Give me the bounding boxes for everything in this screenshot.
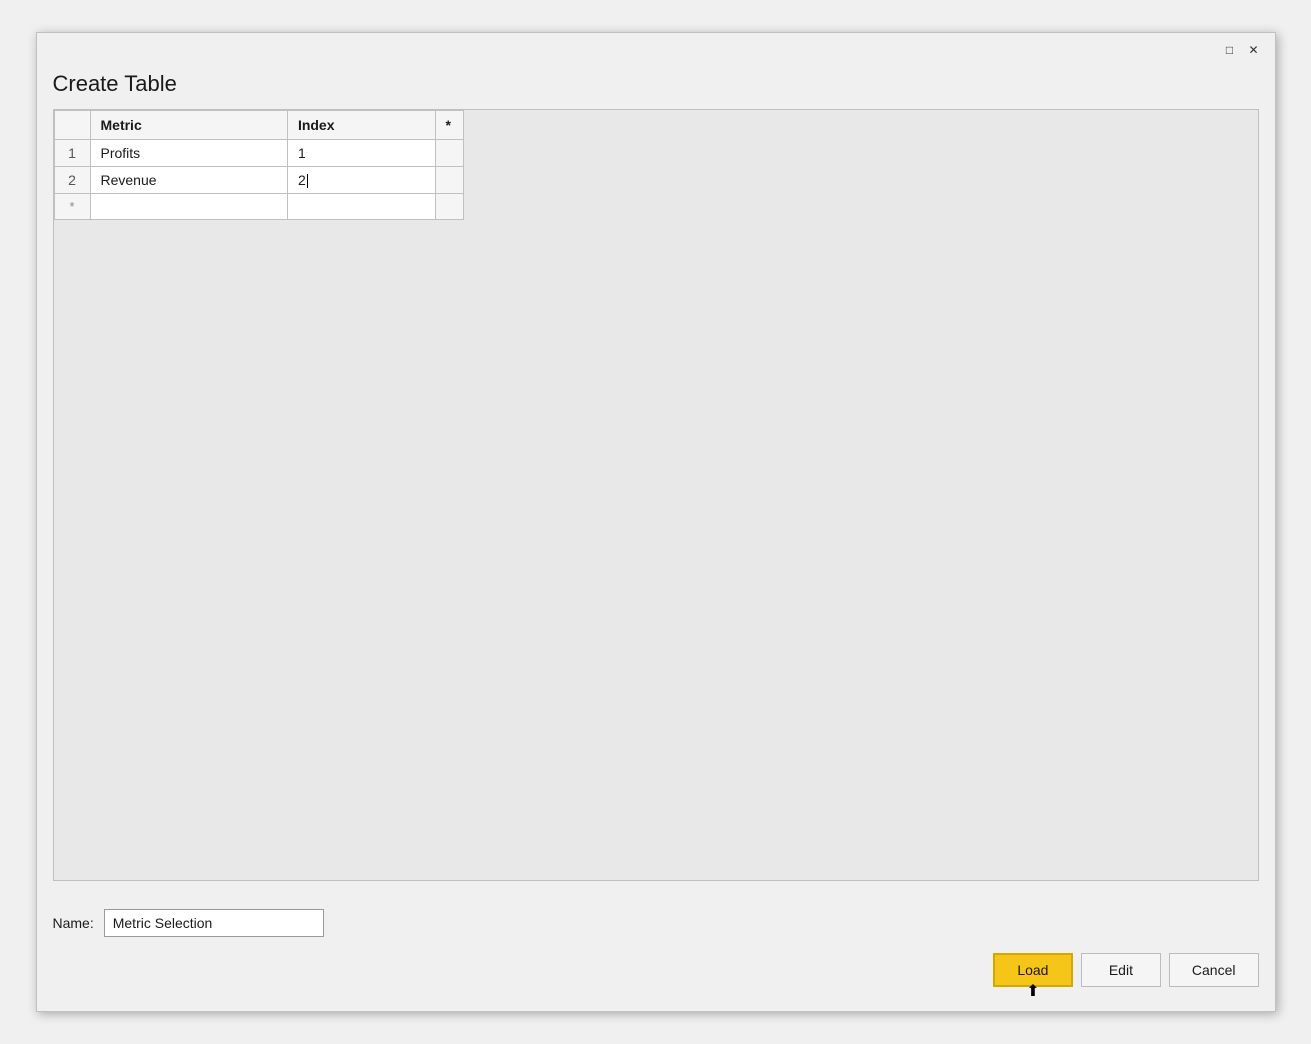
cell-star-1 (435, 140, 463, 167)
name-input[interactable] (104, 909, 324, 937)
minimize-button[interactable]: □ (1221, 41, 1239, 59)
col-header-rownum (54, 111, 90, 140)
cell-index-new[interactable] (287, 194, 435, 220)
col-header-index: Index (287, 111, 435, 140)
table-row: 2 Revenue 2 (54, 167, 463, 194)
close-button[interactable]: ✕ (1245, 41, 1263, 59)
table-row: 1 Profits 1 (54, 140, 463, 167)
title-bar-controls: □ ✕ (1221, 41, 1263, 59)
cancel-button[interactable]: Cancel (1169, 953, 1259, 987)
row-num-2: 2 (54, 167, 90, 194)
dialog-window: □ ✕ Create Table Metric Index * (36, 32, 1276, 1012)
text-cursor (307, 174, 308, 188)
edit-button[interactable]: Edit (1081, 953, 1161, 987)
content-area: Metric Index * 1 Profits 1 2 (37, 109, 1275, 897)
name-label: Name: (53, 915, 94, 931)
bottom-bar: Name: Load ⬆︎ Edit Cancel (37, 897, 1275, 1011)
cell-metric-1[interactable]: Profits (90, 140, 287, 167)
title-bar: □ ✕ (37, 33, 1275, 63)
cell-metric-new[interactable] (90, 194, 287, 220)
cell-index-2-value: 2 (298, 172, 306, 188)
row-num-1: 1 (54, 140, 90, 167)
name-row: Name: (53, 909, 1259, 937)
table-container: Metric Index * 1 Profits 1 2 (53, 109, 1259, 881)
button-row: Load ⬆︎ Edit Cancel (53, 953, 1259, 999)
row-num-new: * (54, 194, 90, 220)
cell-index-2[interactable]: 2 (287, 167, 435, 194)
col-header-star: * (435, 111, 463, 140)
cell-star-2 (435, 167, 463, 194)
table-header-row: Metric Index * (54, 111, 463, 140)
table-new-row: * (54, 194, 463, 220)
col-header-metric: Metric (90, 111, 287, 140)
data-table: Metric Index * 1 Profits 1 2 (54, 110, 464, 220)
window-title: Create Table (37, 63, 1275, 109)
load-button-wrapper: Load ⬆︎ (993, 953, 1073, 987)
cell-index-1[interactable]: 1 (287, 140, 435, 167)
load-button[interactable]: Load (993, 953, 1073, 987)
cell-metric-2[interactable]: Revenue (90, 167, 287, 194)
cell-star-new (435, 194, 463, 220)
